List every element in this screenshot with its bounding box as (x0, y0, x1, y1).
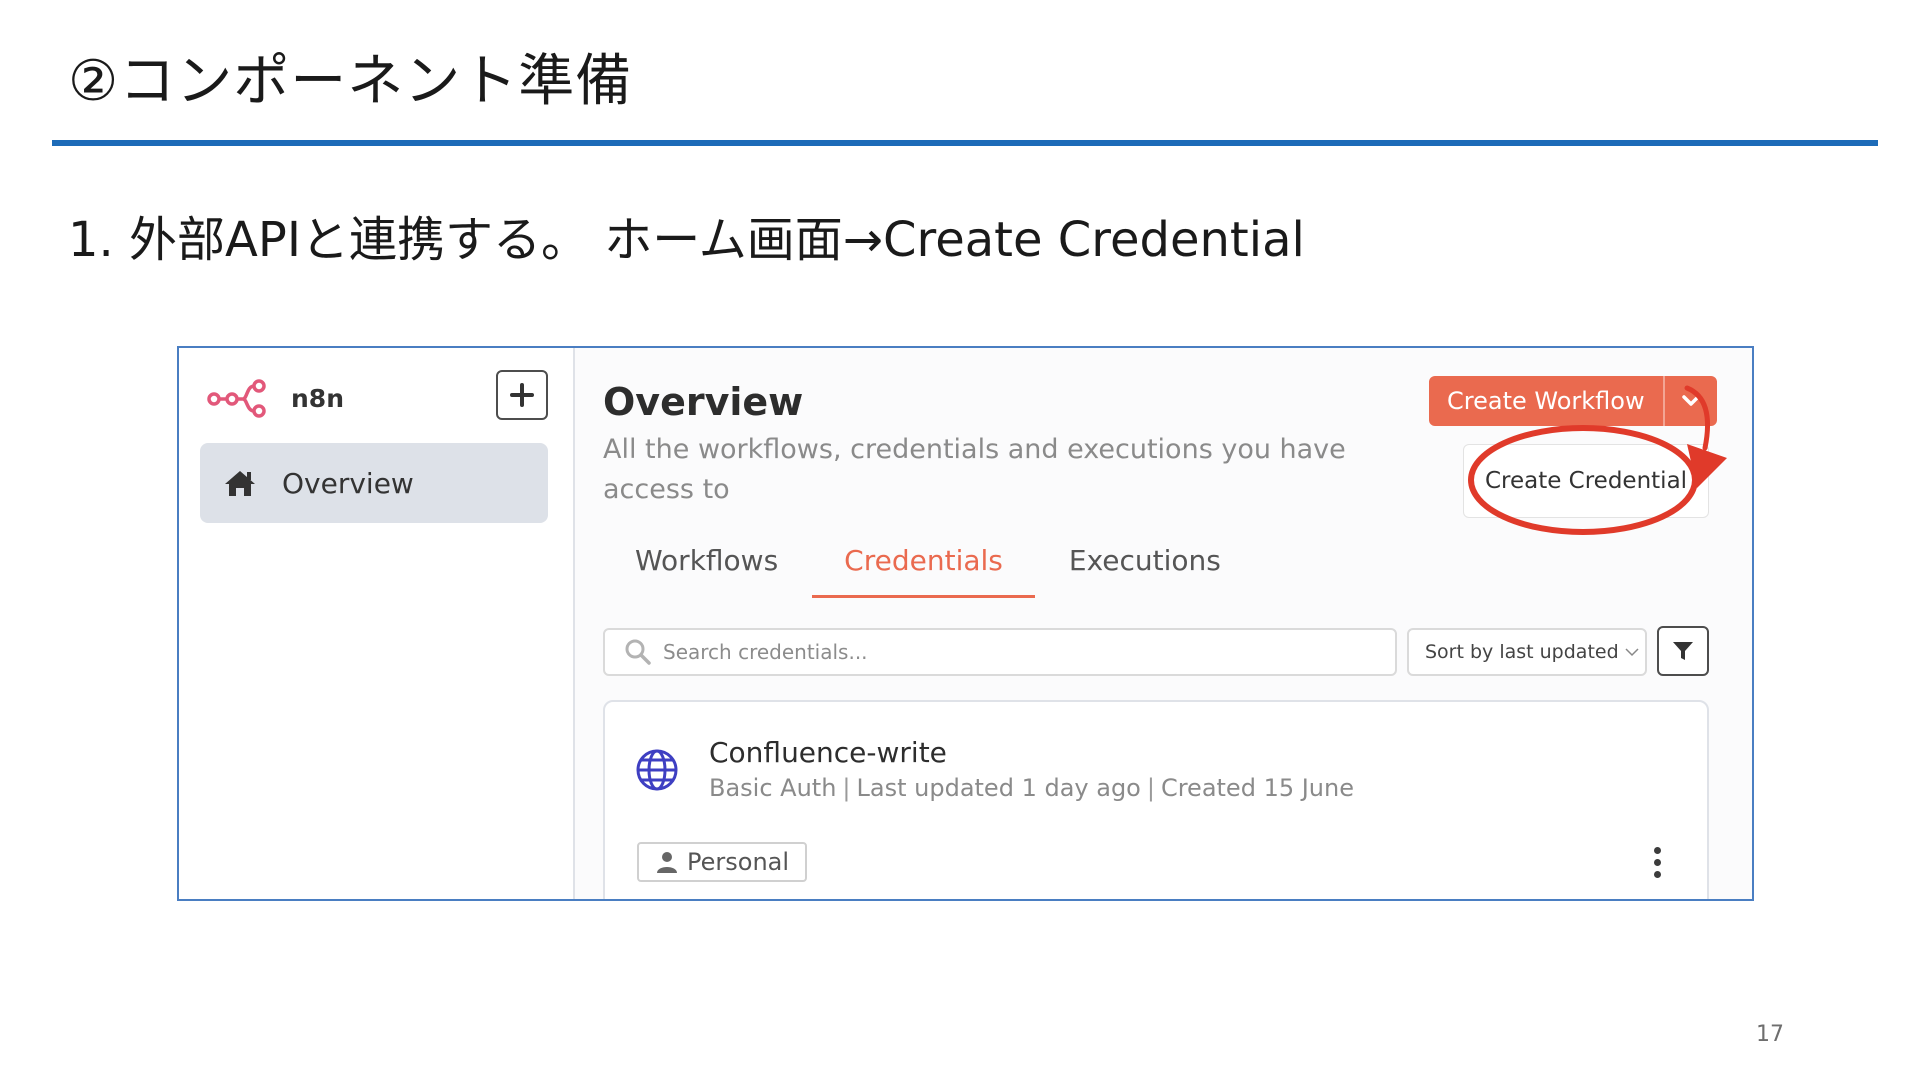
credential-card[interactable]: Confluence-write Basic Auth | Last updated… (603, 700, 1709, 899)
brand-name: n8n (291, 383, 344, 413)
owner-label: Personal (687, 848, 790, 876)
credential-meta: Basic Auth | Last updated 1 day ago | Create… (709, 774, 1354, 802)
page-subtitle: All the workflows, credentials and execu… (603, 434, 1346, 505)
sort-value: Sort by last updated (1425, 641, 1619, 663)
search-input[interactable]: Search credentials... (603, 628, 1397, 676)
chevron-down-icon (1625, 648, 1639, 657)
create-menu-toggle[interactable] (1664, 376, 1717, 426)
app-screenshot: n8n Overview Overview All the workflows,… (177, 346, 1754, 901)
more-dot-icon (1653, 846, 1661, 854)
search-icon (625, 639, 651, 665)
brand[interactable]: n8n (207, 378, 344, 418)
filter-button[interactable] (1657, 626, 1709, 676)
main-content: Overview All the workflows, credentials … (575, 348, 1752, 899)
sidebar-item-label: Overview (282, 466, 414, 500)
home-icon (225, 471, 255, 496)
sidebar: n8n Overview (179, 348, 575, 899)
chevron-down-icon (1681, 395, 1700, 406)
tab-executions[interactable]: Executions (1037, 544, 1253, 598)
credential-created: Created 15 June (1160, 774, 1354, 802)
search-placeholder: Search credentials... (663, 640, 868, 664)
create-workflow-button[interactable]: Create Workflow (1429, 376, 1665, 426)
create-workflow-split-button: Create Workflow (1429, 376, 1717, 426)
more-dot-icon (1653, 858, 1661, 866)
title-divider (52, 140, 1878, 146)
globe-icon (636, 749, 678, 791)
user-icon (657, 852, 677, 873)
tab-workflows[interactable]: Workflows (603, 544, 810, 598)
credential-updated: Last updated 1 day ago (856, 774, 1141, 802)
owner-badge: Personal (637, 842, 808, 882)
more-dot-icon (1653, 870, 1661, 878)
step-instruction: 1. 外部APIと連携する。 ホーム画面→Create Credential (68, 212, 1305, 268)
page-number: 17 (1756, 1022, 1784, 1047)
credential-name: Confluence-write (709, 736, 947, 769)
tab-bar: Workflows Credentials Executions (603, 544, 1255, 598)
tab-credentials[interactable]: Credentials (812, 544, 1035, 598)
sidebar-item-overview[interactable]: Overview (200, 443, 548, 523)
plus-icon (510, 383, 534, 407)
slide-title: ②コンポーネント準備 (68, 49, 633, 114)
filter-icon (1673, 642, 1693, 660)
sort-select[interactable]: Sort by last updated (1407, 628, 1647, 676)
more-options-button[interactable] (1645, 840, 1669, 884)
n8n-logo-icon (207, 379, 266, 418)
create-credential-menu-item[interactable]: Create Credential (1463, 444, 1709, 518)
credential-type: Basic Auth (709, 774, 837, 802)
add-button[interactable] (496, 370, 548, 420)
page-title: Overview (603, 380, 804, 424)
